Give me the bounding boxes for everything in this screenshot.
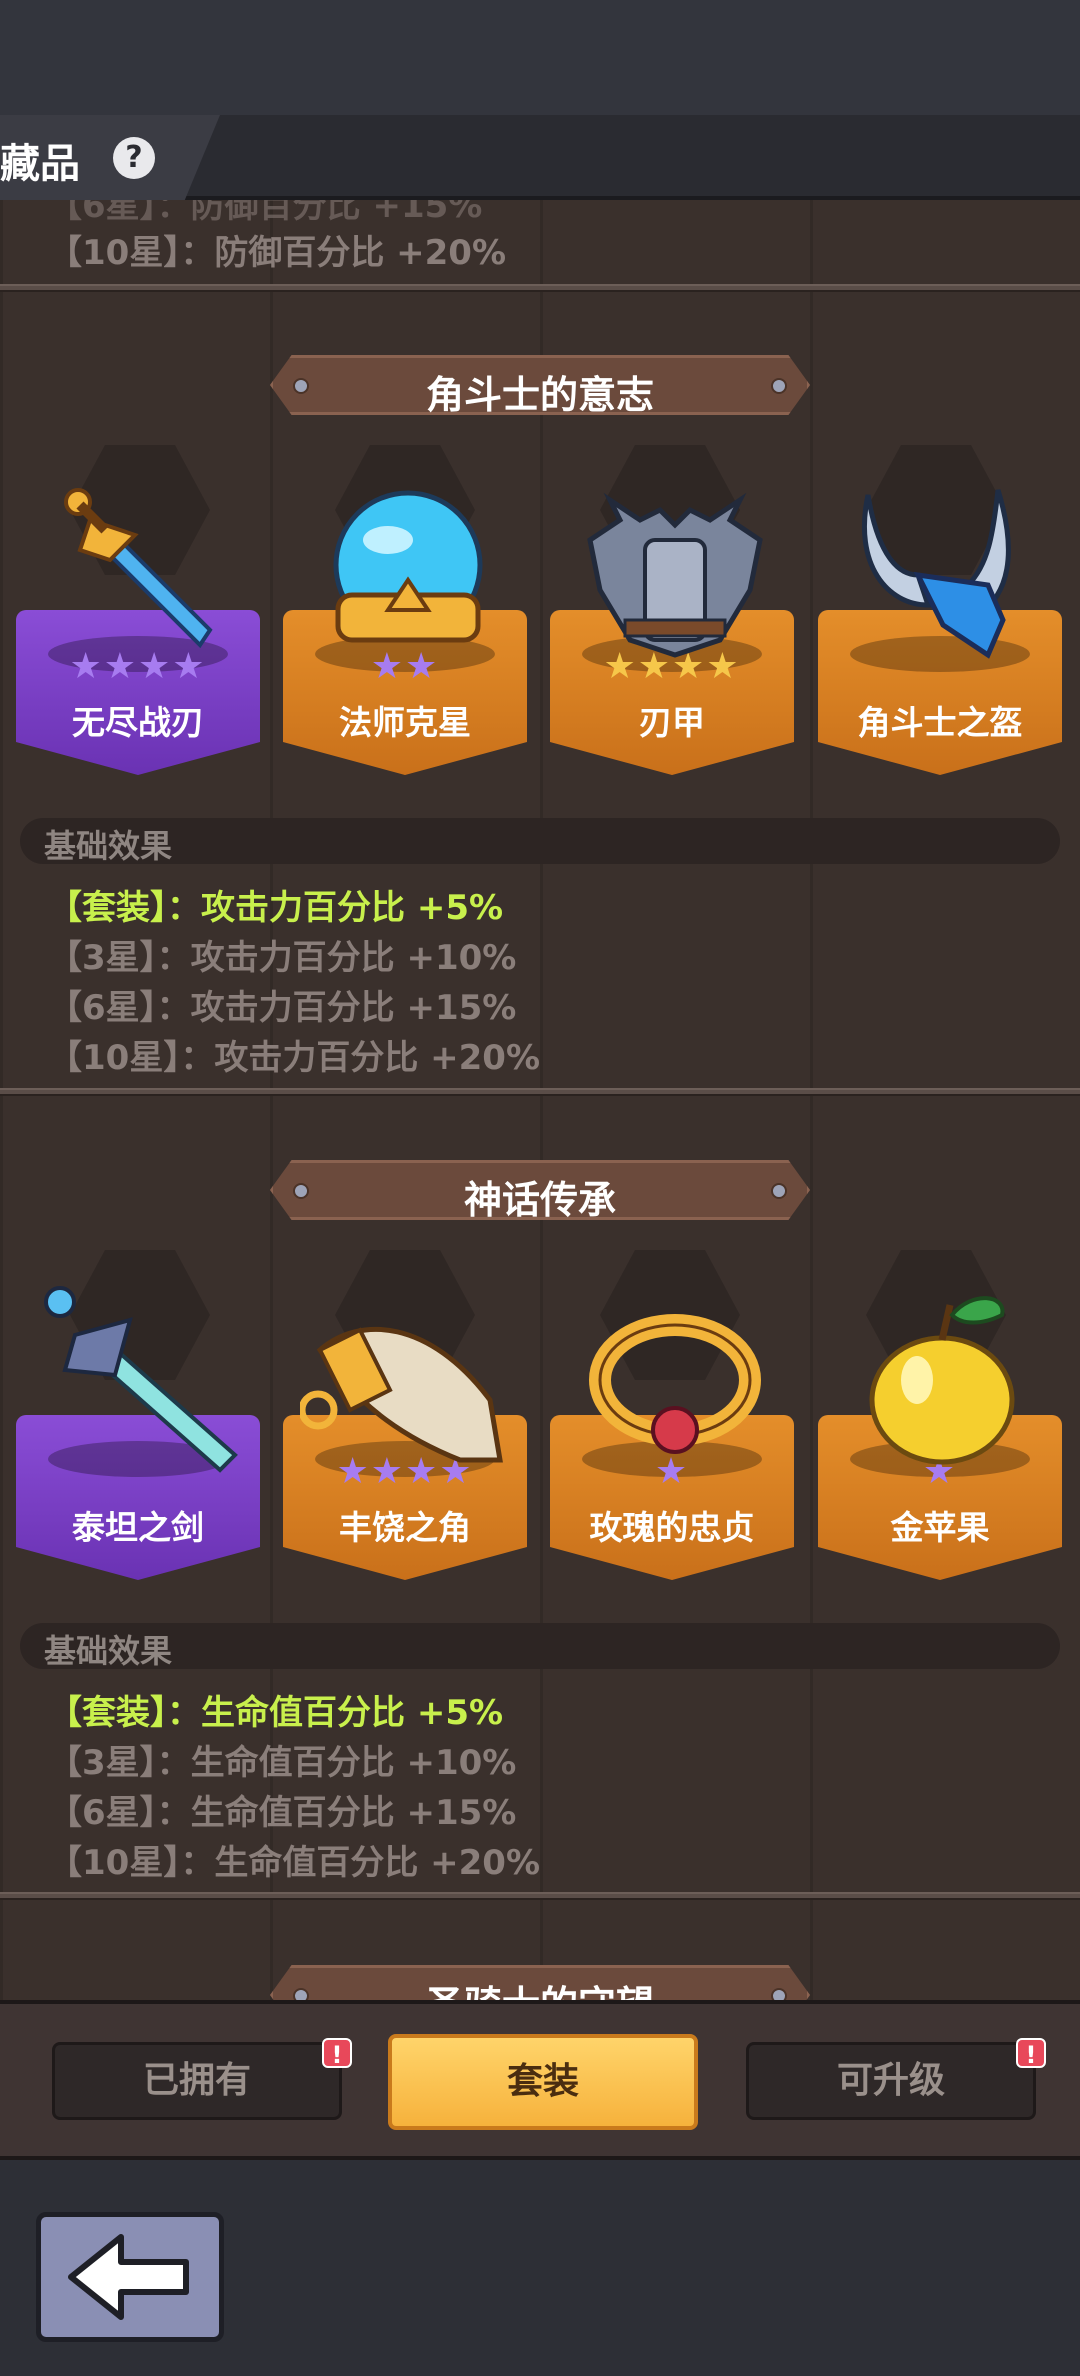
set-title-banner: 角斗士的意志 — [270, 355, 810, 415]
sets-scroll-area[interactable]: 【6星】：防御百分比 +15% 【10星】：防御百分比 +20% 角斗士的意志 … — [0, 200, 1080, 2000]
star-bonus-effect: 【6星】：攻击力百分比 +15% — [48, 988, 517, 1028]
alert-badge: ! — [322, 2038, 352, 2069]
crystal-ball-icon — [333, 490, 483, 643]
item-name: 泰坦之剑 — [72, 1508, 204, 1547]
footer-area — [0, 2160, 1080, 2376]
tab-owned[interactable]: 已拥有 — [52, 2042, 342, 2120]
golden-apple-icon — [869, 1296, 1015, 1465]
item-name: 无尽战刃 — [72, 703, 204, 742]
tab-bar: 已拥有 ! 套装 可升级 ! — [0, 2000, 1080, 2160]
rose-ring-icon — [589, 1314, 761, 1454]
star-bonus-effect: 【3星】：攻击力百分比 +10% — [48, 938, 517, 978]
effects-label-bar: 基础效果 — [20, 818, 1060, 865]
effects-label: 基础效果 — [44, 827, 173, 865]
item-name: 法师克星 — [339, 703, 471, 742]
crystal-sword-icon — [44, 1286, 238, 1473]
back-button[interactable] — [36, 2212, 224, 2342]
set-title-banner: 圣骑士的守望 — [270, 1965, 810, 2000]
prev-effect-line-cut: 【6星】：防御百分比 +15% — [48, 200, 483, 226]
effects-label: 基础效果 — [44, 1632, 173, 1670]
set-title-banner: 神话传承 — [270, 1160, 810, 1220]
star-bonus-effect: 【10星】：生命值百分比 +20% — [48, 1843, 541, 1883]
alert-badge: ! — [1016, 2038, 1046, 2069]
item-name: 金苹果 — [890, 1508, 990, 1547]
back-arrow-icon — [68, 2234, 189, 2320]
sword-icon — [64, 488, 213, 649]
effects-label-bar: 基础效果 — [20, 1623, 1060, 1670]
prev-effect-line: 【10星】：防御百分比 +20% — [48, 233, 507, 273]
section-divider — [0, 1892, 1080, 1900]
set-title: 神话传承 — [463, 1178, 616, 1222]
question-icon[interactable]: ? — [113, 137, 155, 179]
set-title: 圣骑士的守望 — [273, 1974, 807, 2000]
item-name: 刃甲 — [639, 703, 705, 742]
spiked-armor-icon — [587, 492, 763, 658]
collection-header: 藏品 ? — [0, 115, 1080, 200]
set-bonus-effect: 【套装】：攻击力百分比 +5% — [48, 888, 504, 928]
section-divider — [0, 284, 1080, 292]
item-name: 丰饶之角 — [339, 1508, 471, 1547]
set-title: 角斗士的意志 — [425, 373, 654, 417]
status-bar-area — [0, 0, 1080, 115]
item-name: 玫瑰的忠贞 — [589, 1508, 755, 1547]
page-title: 藏品 — [0, 141, 80, 187]
horned-helmet-icon — [861, 489, 1011, 659]
star-bonus-effect: 【10星】：攻击力百分比 +20% — [48, 1038, 541, 1078]
tab-sets[interactable]: 套装 — [388, 2034, 698, 2130]
set-bonus-effect: 【套装】：生命值百分比 +5% — [48, 1693, 504, 1733]
item-name: 角斗士之盔 — [857, 703, 1023, 742]
section-divider — [0, 1088, 1080, 1096]
star-bonus-effect: 【6星】：生命值百分比 +15% — [48, 1793, 517, 1833]
horn-icon — [300, 1326, 503, 1463]
star-bonus-effect: 【3星】：生命值百分比 +10% — [48, 1743, 517, 1783]
tab-upgradable[interactable]: 可升级 — [746, 2042, 1036, 2120]
